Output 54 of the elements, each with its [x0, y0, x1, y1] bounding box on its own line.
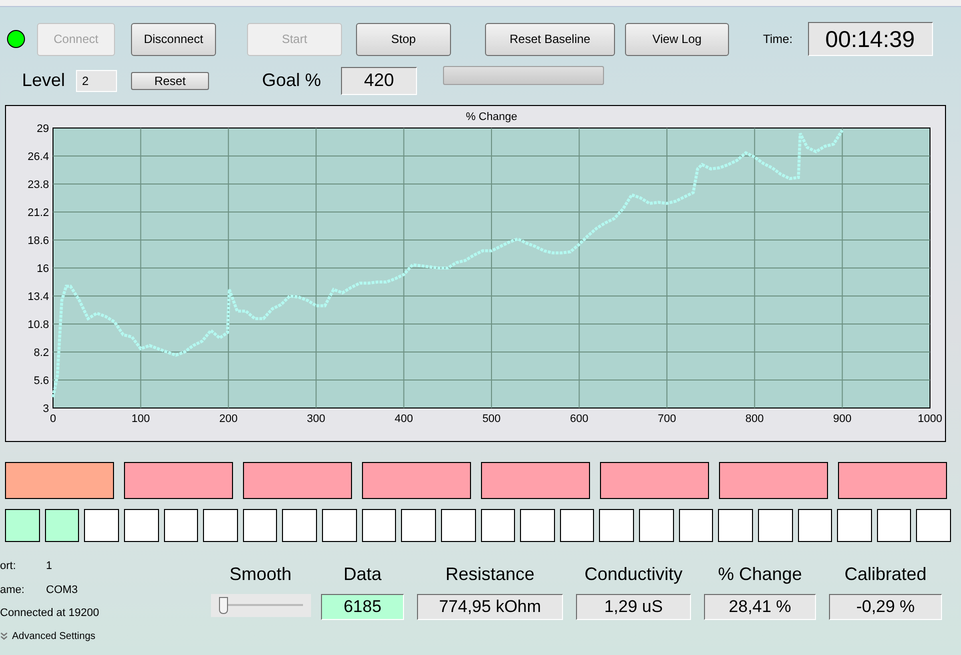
toolbar-button[interactable]: View Log: [625, 22, 729, 56]
y-tick-label: 29: [36, 123, 49, 135]
level-field[interactable]: 2: [76, 70, 118, 92]
readout-value: 6185: [321, 594, 404, 620]
x-tick-label: 600: [570, 413, 588, 425]
readout-label: Data: [343, 564, 382, 584]
x-tick-label: 700: [658, 413, 676, 425]
port-info-value: COM3: [46, 582, 78, 598]
x-tick-label: 100: [132, 413, 150, 425]
toolbar-button[interactable]: Reset Baseline: [485, 22, 615, 56]
readout-value: 28,41 %: [704, 594, 816, 620]
toolbar-button[interactable]: Stop: [356, 22, 451, 56]
readout-label: Resistance: [445, 564, 535, 584]
chart-title: % Change: [466, 111, 518, 123]
port-info-label: Connected at 19200: [0, 606, 100, 621]
x-tick-label: 0: [50, 413, 56, 425]
y-tick-label: 5.6: [34, 375, 49, 387]
slider-thumb[interactable]: [218, 597, 228, 614]
port-info-value: 1: [46, 559, 52, 574]
reset-button[interactable]: Reset: [131, 72, 210, 90]
readout-label: Calibrated: [844, 564, 927, 584]
readout-value: -0,29 %: [829, 594, 942, 620]
goal-display: 420: [341, 66, 418, 94]
x-tick-label: 1000: [918, 413, 942, 425]
port-info-label: ort:: [0, 559, 17, 574]
x-tick-label: 400: [394, 413, 413, 425]
x-tick-label: 300: [306, 413, 326, 425]
y-tick-label: 18.6: [28, 235, 49, 247]
time-display: 00:14:39: [808, 22, 933, 56]
readout-label: % Change: [718, 564, 802, 584]
x-tick-label: 500: [482, 413, 501, 425]
y-tick-label: 16: [36, 263, 49, 275]
y-tick-label: 26.4: [28, 151, 49, 163]
readout-value: 1,29 uS: [576, 594, 691, 620]
chevron-icon: [0, 632, 8, 640]
smooth-slider[interactable]: [210, 594, 310, 617]
x-tick-label: 900: [833, 413, 852, 425]
readout-label: Conductivity: [584, 564, 683, 584]
goal-label: Goal %: [262, 69, 322, 92]
y-tick-label: 23.8: [28, 179, 49, 191]
y-tick-label: 21.2: [28, 207, 49, 219]
y-tick-label: 10.8: [28, 319, 49, 331]
y-tick-label: 3: [42, 403, 49, 415]
smooth-label: Smooth: [229, 564, 292, 584]
x-tick-label: 800: [745, 413, 764, 425]
readout-value: 774,95 kOhm: [417, 594, 563, 620]
port-info-label: ame:: [0, 582, 26, 598]
time-label: Time:: [763, 31, 793, 48]
toolbar-button[interactable]: Disconnect: [131, 22, 216, 56]
advanced-settings-toggle[interactable]: Advanced Settings: [0, 628, 200, 644]
y-tick-label: 8.2: [34, 347, 49, 359]
x-tick-label: 200: [219, 413, 238, 425]
level-label: Level: [22, 69, 66, 92]
y-tick-label: 13.4: [28, 291, 49, 303]
